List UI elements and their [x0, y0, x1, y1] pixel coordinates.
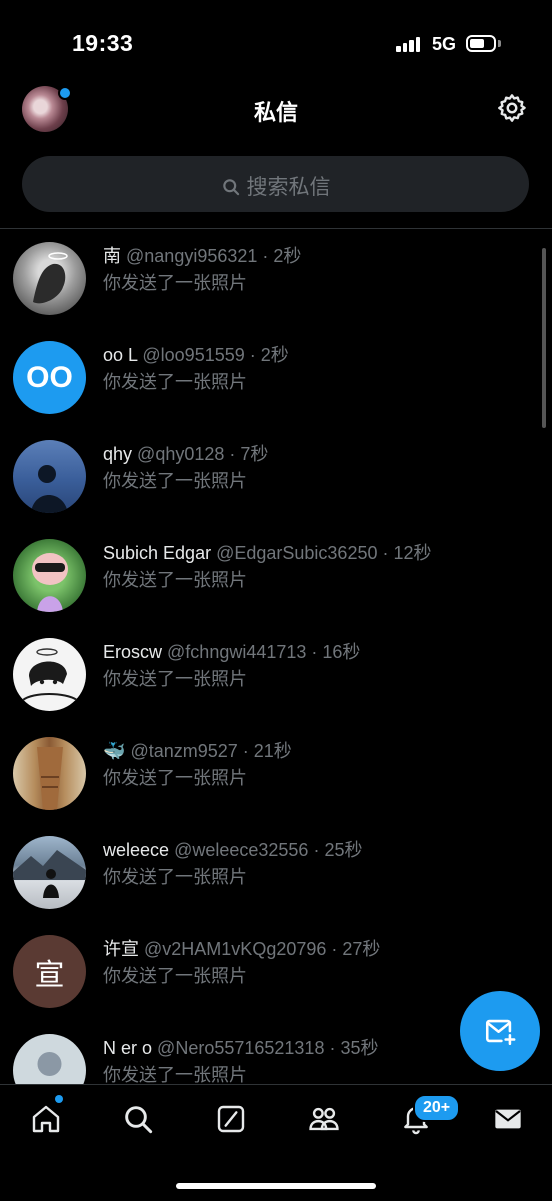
avatar[interactable] — [13, 440, 86, 513]
conversation-header: weleece @weleece32556 · 25秒 — [103, 840, 363, 860]
status-time: 19:33 — [72, 30, 134, 56]
status-bar: 19:33 5G — [0, 0, 552, 88]
search-placeholder: 搜索私信 — [246, 176, 331, 199]
message-time: 35秒 — [340, 1038, 379, 1058]
message-time: 27秒 — [342, 939, 381, 959]
avatar[interactable]: 宣 — [13, 935, 86, 1008]
conversation-header: qhy @qhy0128 · 7秒 — [103, 444, 269, 464]
user-handle: @fchngwi441713 — [167, 642, 307, 662]
conversation-header: 许宣 @v2HAM1vKQg20796 · 27秒 — [103, 939, 381, 959]
avatar[interactable]: OO — [13, 341, 86, 414]
conversation-header: N er o @Nero55716521318 · 35秒 — [103, 1038, 379, 1058]
conversation-header: Eroscw @fchngwi441713 · 16秒 — [103, 642, 361, 662]
avatar[interactable] — [13, 1034, 86, 1084]
user-handle: @qhy0128 — [137, 444, 225, 464]
battery-icon — [466, 35, 496, 52]
conversation-row[interactable]: qhy @qhy0128 · 7秒 你发送了一张照片 — [0, 427, 552, 526]
user-handle: @Nero55716521318 — [157, 1038, 325, 1058]
avatar[interactable] — [13, 737, 86, 810]
signal-icon — [396, 36, 424, 52]
user-name: 南 — [103, 246, 121, 266]
message-time: 16秒 — [322, 642, 361, 662]
conversation-header: Subich Edgar @EdgarSubic36250 · 12秒 — [103, 543, 432, 563]
user-handle: @nangyi956321 — [126, 246, 258, 266]
user-name: N er o — [103, 1038, 153, 1058]
search-icon — [222, 179, 239, 196]
message-time: 12秒 — [393, 543, 432, 563]
user-name: qhy — [103, 444, 133, 464]
message-time: 7秒 — [240, 444, 269, 464]
search-icon[interactable] — [118, 1099, 158, 1139]
communities-icon[interactable] — [304, 1099, 344, 1139]
message-preview: 你发送了一张照片 — [103, 768, 247, 788]
message-preview: 你发送了一张照片 — [103, 669, 247, 689]
conversation-row[interactable]: 南 @nangyi956321 · 2秒 你发送了一张照片 — [0, 229, 552, 328]
home-unread-dot — [55, 1095, 63, 1103]
search-input[interactable]: 搜索私信 — [22, 156, 529, 212]
new-message-button[interactable] — [460, 991, 540, 1071]
conversation-row[interactable]: OO oo L @loo951559 · 2秒 你发送了一张照片 — [0, 328, 552, 427]
message-preview: 你发送了一张照片 — [103, 966, 247, 986]
conversation-header: 🐳 @tanzm9527 · 21秒 — [103, 741, 292, 761]
message-time: 25秒 — [324, 840, 363, 860]
message-preview: 你发送了一张照片 — [103, 570, 247, 590]
avatar[interactable] — [13, 836, 86, 909]
user-name: Subich Edgar — [103, 543, 212, 563]
network-label: 5G — [432, 34, 457, 54]
conversation-header: 南 @nangyi956321 · 2秒 — [103, 246, 302, 266]
user-name: weleece — [103, 840, 170, 860]
conversation-header: oo L @loo951559 · 2秒 — [103, 345, 289, 365]
home-icon[interactable] — [26, 1099, 66, 1139]
conversation-row[interactable]: 🐳 @tanzm9527 · 21秒 你发送了一张照片 — [0, 724, 552, 823]
home-indicator[interactable] — [176, 1183, 376, 1189]
avatar[interactable] — [13, 638, 86, 711]
user-handle: @v2HAM1vKQg20796 — [144, 939, 327, 959]
page-title: 私信 — [253, 100, 298, 125]
user-handle: @EdgarSubic36250 — [216, 543, 378, 563]
conversation-row[interactable]: weleece @weleece32556 · 25秒 你发送了一张照片 — [0, 823, 552, 922]
grok-icon[interactable] — [211, 1099, 251, 1139]
avatar-letters: OO — [26, 360, 73, 394]
message-time: 21秒 — [253, 741, 292, 761]
message-preview: 你发送了一张照片 — [103, 372, 247, 392]
conversation-row[interactable]: Eroscw @fchngwi441713 · 16秒 你发送了一张照片 — [0, 625, 552, 724]
compose-message-icon — [485, 1019, 516, 1046]
user-handle: @tanzm9527 — [130, 741, 238, 761]
message-preview: 你发送了一张照片 — [103, 471, 247, 491]
messages-icon[interactable] — [488, 1099, 528, 1139]
user-name: 许宣 — [103, 939, 139, 959]
avatar[interactable] — [13, 539, 86, 612]
notification-count-badge: 20+ — [413, 1094, 461, 1122]
user-handle: @weleece32556 — [174, 840, 309, 860]
message-preview: 你发送了一张照片 — [103, 867, 247, 887]
user-name: Eroscw — [103, 642, 163, 662]
user-name: oo L — [103, 345, 138, 365]
user-name: 🐳 — [103, 741, 126, 761]
avatar[interactable] — [13, 242, 86, 315]
message-preview: 你发送了一张照片 — [103, 1065, 247, 1084]
message-time: 2秒 — [260, 345, 289, 365]
user-handle: @loo951559 — [142, 345, 245, 365]
conversation-row[interactable]: Subich Edgar @EdgarSubic36250 · 12秒 你发送了… — [0, 526, 552, 625]
scrollbar[interactable] — [542, 248, 546, 428]
battery-tip — [498, 40, 501, 47]
avatar-letters: 宣 — [34, 958, 65, 992]
message-time: 2秒 — [273, 246, 302, 266]
message-preview: 你发送了一张照片 — [103, 273, 247, 293]
conversation-list[interactable]: 南 @nangyi956321 · 2秒 你发送了一张照片 OO oo L @l… — [0, 229, 552, 1084]
gear-icon[interactable] — [496, 92, 528, 124]
